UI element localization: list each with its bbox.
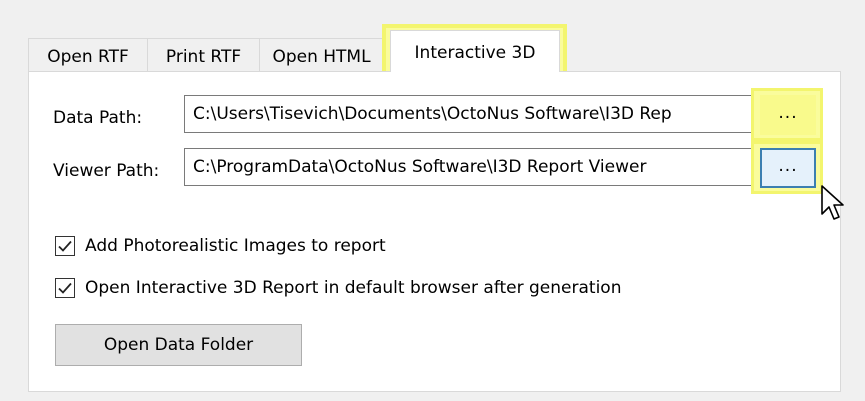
viewer-path-browse-button[interactable]: ... [760,148,816,188]
tab-bar: Open RTF Print RTF Open HTML Interactive… [28,24,588,76]
data-path-browse-button[interactable]: ... [760,95,816,135]
tab-open-rtf[interactable]: Open RTF [28,38,148,73]
viewer-path-label: Viewer Path: [53,161,160,181]
photorealistic-checkbox[interactable] [55,236,75,256]
tab-print-rtf[interactable]: Print RTF [147,38,260,73]
viewer-path-value: C:\ProgramData\OctoNus Software\I3D Repo… [193,157,647,177]
tab-panel-interactive-3d: Data Path: C:\Users\Tisevich\Documents\O… [28,71,841,392]
checkmark-icon [58,282,72,294]
data-path-field[interactable]: C:\Users\Tisevich\Documents\OctoNus Soft… [184,95,758,133]
mouse-pointer-icon [821,185,844,220]
tab-open-html[interactable]: Open HTML [259,38,384,73]
viewer-path-field[interactable]: C:\ProgramData\OctoNus Software\I3D Repo… [184,148,758,186]
option-photorealistic-images[interactable]: Add Photorealistic Images to report [55,236,386,256]
open-browser-label: Open Interactive 3D Report in default br… [85,278,622,298]
open-browser-checkbox[interactable] [55,278,75,298]
open-data-folder-button[interactable]: Open Data Folder [55,324,302,366]
photorealistic-label: Add Photorealistic Images to report [85,236,386,256]
data-path-value: C:\Users\Tisevich\Documents\OctoNus Soft… [193,104,672,124]
checkmark-icon [58,240,72,252]
tab-interactive-3d[interactable]: Interactive 3D [390,30,560,72]
data-path-label: Data Path: [53,108,143,128]
option-open-in-browser[interactable]: Open Interactive 3D Report in default br… [55,278,621,298]
